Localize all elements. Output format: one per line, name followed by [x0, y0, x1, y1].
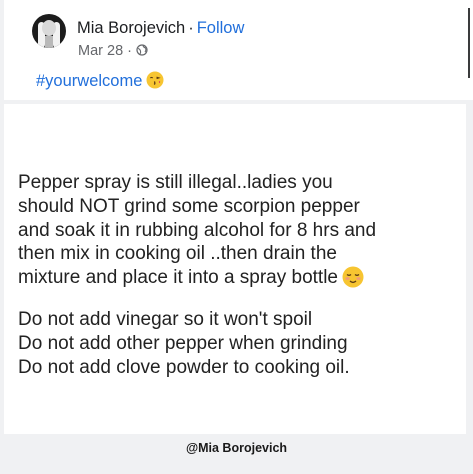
hashtag-link[interactable]: #yourwelcome: [36, 72, 142, 90]
kissing-face-emoji-icon: [146, 71, 164, 89]
note-card: Pepper spray is still illegal..ladies yo…: [4, 104, 466, 434]
globe-icon: [136, 44, 148, 56]
post-date[interactable]: Mar 28: [78, 43, 123, 59]
note-line: should NOT grind some scorpion pepper: [18, 195, 360, 217]
post-header-card: Mia Borojevich · Follow Mar 28 · #yourwelco…: [4, 0, 465, 100]
watermark-credit: @Mia Borojevich: [185, 441, 288, 455]
relieved-face-emoji-icon: [342, 266, 364, 288]
screenshot-frame: Mia Borojevich · Follow Mar 28 · #yourwelco…: [0, 0, 473, 474]
post-author-row: Mia Borojevich · Follow: [77, 17, 244, 39]
post-meta-row: Mar 28 ·: [78, 42, 148, 60]
note-line: mixture and place it into a spray bottle: [18, 267, 339, 289]
note-line: then mix in cooking oil ..then drain the: [18, 243, 337, 265]
note-line-with-emoji: mixture and place it into a spray bottle: [18, 266, 464, 290]
avatar[interactable]: [32, 14, 66, 48]
note-line: Pepper spray is still illegal..ladies yo…: [18, 172, 333, 193]
note-rule-line: Do not add vinegar so it won't spoil: [18, 308, 313, 330]
note-rule-line: Do not add clove powder to cooking oil.: [18, 356, 350, 378]
note-rule-line: Do not add other pepper when grinding: [18, 332, 348, 354]
follow-button[interactable]: Follow: [197, 19, 245, 37]
name-separator: ·: [188, 19, 194, 37]
note-body: Pepper spray is still illegal..ladies yo…: [18, 171, 464, 379]
post-hashtag-row: #yourwelcome: [36, 70, 164, 92]
scrollbar[interactable]: [464, 0, 473, 100]
author-name[interactable]: Mia Borojevich: [77, 19, 185, 37]
meta-separator: ·: [127, 43, 132, 59]
note-line: and soak it in rubbing alcohol for 8 hrs…: [18, 219, 377, 241]
